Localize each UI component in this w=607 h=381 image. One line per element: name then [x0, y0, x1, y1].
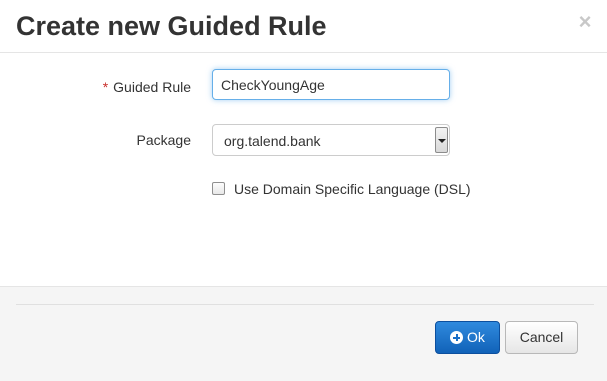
close-icon[interactable]: × — [575, 10, 595, 34]
ok-button[interactable]: Ok — [435, 321, 500, 354]
package-select-value: org.talend.bank — [224, 133, 321, 149]
package-label: Package — [136, 132, 191, 148]
guided-rule-label: * Guided Rule — [103, 77, 191, 97]
cancel-button[interactable]: Cancel — [505, 321, 578, 354]
dialog-body: *Guided Rule Package org.talend.bank Use… — [0, 53, 607, 285]
plus-circle-icon — [450, 331, 464, 344]
required-marker: * — [102, 79, 109, 95]
ok-button-label: Ok — [467, 329, 485, 345]
footer-divider — [16, 304, 594, 305]
create-guided-rule-dialog: Create new Guided Rule × *Guided Rule Pa… — [0, 0, 607, 381]
dsl-checkbox[interactable] — [212, 182, 225, 195]
package-select[interactable]: org.talend.bank — [212, 124, 450, 156]
dialog-title: Create new Guided Rule — [16, 11, 327, 41]
guided-rule-label-text: Guided Rule — [113, 79, 191, 95]
chevron-down-icon[interactable] — [435, 127, 448, 153]
guided-rule-name-input[interactable] — [212, 69, 450, 100]
dialog-footer: Ok Cancel — [0, 286, 607, 381]
dsl-checkbox-label[interactable]: Use Domain Specific Language (DSL) — [234, 179, 471, 199]
dialog-header: Create new Guided Rule × — [0, 0, 607, 53]
